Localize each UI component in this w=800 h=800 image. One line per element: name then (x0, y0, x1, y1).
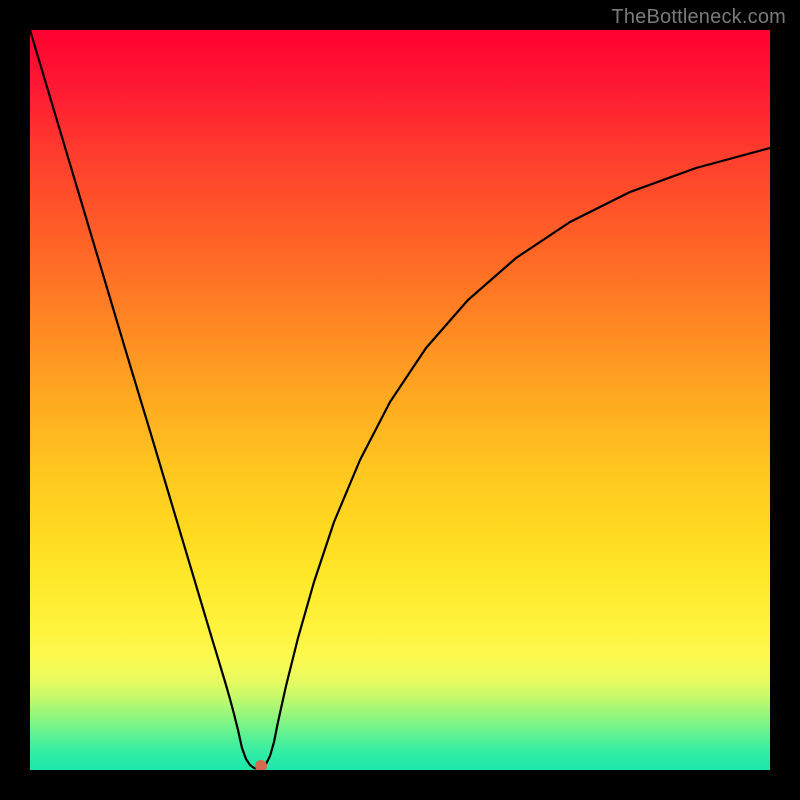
watermark-text: TheBottleneck.com (611, 6, 786, 29)
plot-area (30, 30, 770, 770)
chart-frame: TheBottleneck.com (0, 0, 800, 800)
gradient-background (30, 30, 770, 770)
